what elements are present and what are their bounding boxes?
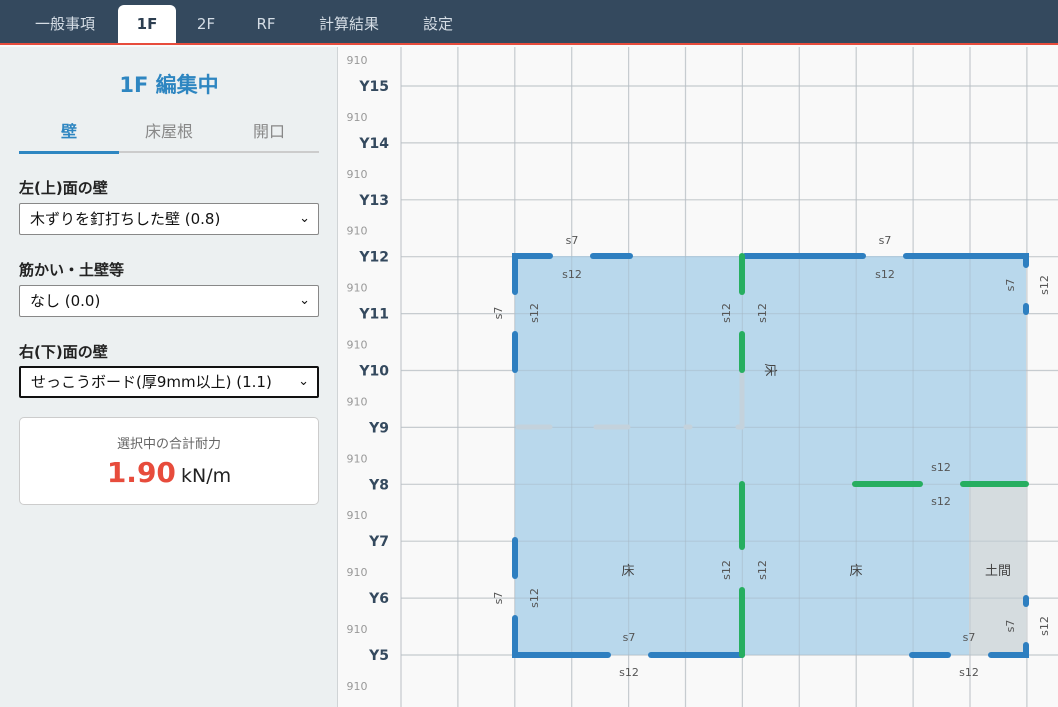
brace-label: 筋かい・土壁等 bbox=[19, 261, 125, 279]
row-label: Y15 bbox=[358, 79, 389, 95]
tab-rf[interactable]: RF bbox=[240, 5, 292, 43]
span-label: 910 bbox=[347, 395, 368, 408]
right-wall-label: 右(下)面の壁 bbox=[19, 343, 108, 361]
top-nav: 一般事項 1F 2F RF 計算結果 設定 bbox=[0, 0, 1058, 45]
span-label: 910 bbox=[347, 623, 368, 636]
row-label: Y12 bbox=[358, 250, 389, 266]
span-label: 910 bbox=[347, 54, 368, 67]
wall-label: s7 bbox=[963, 631, 976, 644]
wall-label: s12 bbox=[1038, 275, 1051, 295]
floor-label: 床 bbox=[849, 564, 862, 579]
wall-label: s12 bbox=[619, 666, 639, 679]
floor-label: 床 bbox=[762, 363, 777, 376]
wall-label: s7 bbox=[1004, 279, 1017, 292]
chevron-down-icon: ⌄ bbox=[299, 211, 310, 226]
row-label: Y14 bbox=[358, 136, 389, 152]
row-label: Y6 bbox=[368, 591, 389, 607]
wall-label: s12 bbox=[1038, 616, 1051, 636]
row-label: Y5 bbox=[368, 648, 389, 664]
row-axis: 910 910 910 910 910 910 910 910 910 910 910 910 Y15 Y… bbox=[347, 54, 390, 693]
row-label: Y9 bbox=[368, 420, 389, 436]
right-wall-select[interactable]: せっこうボード(厚9mm以上) (1.1) ⌄ bbox=[19, 366, 319, 398]
wall-label: s12 bbox=[528, 588, 541, 608]
tab-settings[interactable]: 設定 bbox=[408, 5, 468, 43]
row-label: Y8 bbox=[368, 477, 389, 493]
total-caption: 選択中の合計耐力 bbox=[116, 437, 221, 452]
span-label: 910 bbox=[347, 509, 368, 522]
subtab-floor-roof[interactable]: 床屋根 bbox=[119, 119, 219, 145]
wall-label: s7 bbox=[566, 234, 579, 247]
wall-label: s7 bbox=[492, 592, 505, 605]
sidebar: 1F 編集中 壁 床屋根 開口 左(上)面の壁 木ずりを釘打ちした壁 (0.8)… bbox=[0, 47, 338, 707]
wall-label: s12 bbox=[720, 303, 733, 323]
doma-label: 土間 bbox=[985, 564, 1011, 579]
wall-label: s12 bbox=[931, 461, 951, 474]
wall-label: s12 bbox=[931, 495, 951, 508]
total-strength-card: 選択中の合計耐力 1.90 kN/m bbox=[19, 417, 319, 505]
chevron-down-icon: ⌄ bbox=[299, 293, 310, 308]
span-label: 910 bbox=[347, 168, 368, 181]
chevron-down-icon: ⌄ bbox=[298, 374, 309, 389]
wall-label: s12 bbox=[756, 303, 769, 323]
span-label: 910 bbox=[347, 680, 368, 693]
wall-label: s7 bbox=[1004, 620, 1017, 633]
row-label: Y13 bbox=[358, 193, 389, 209]
sub-tabs: 壁 床屋根 開口 bbox=[19, 119, 319, 154]
wall-label: s12 bbox=[756, 560, 769, 580]
span-label: 910 bbox=[347, 339, 368, 352]
subtab-wall[interactable]: 壁 bbox=[19, 119, 119, 154]
span-label: 910 bbox=[347, 566, 368, 579]
tab-2f[interactable]: 2F bbox=[182, 5, 230, 43]
wall-label: s7 bbox=[623, 631, 636, 644]
floor-plan-canvas[interactable]: s7 s12 s7 s12 s7 s12 s12 s12 s7 s12 s12 … bbox=[338, 47, 1058, 707]
span-label: 910 bbox=[347, 225, 368, 238]
brace-value: なし (0.0) bbox=[30, 292, 101, 310]
tab-1f[interactable]: 1F bbox=[118, 5, 176, 43]
wall-label: s7 bbox=[879, 234, 892, 247]
wall-label: s12 bbox=[562, 268, 582, 281]
span-label: 910 bbox=[347, 111, 368, 124]
row-label: Y10 bbox=[358, 364, 389, 380]
left-wall-value: 木ずりを釘打ちした壁 (0.8) bbox=[30, 210, 221, 228]
wall-label: s12 bbox=[959, 666, 979, 679]
row-label: Y7 bbox=[368, 534, 389, 550]
left-wall-select[interactable]: 木ずりを釘打ちした壁 (0.8) ⌄ bbox=[19, 203, 319, 235]
subtab-opening[interactable]: 開口 bbox=[219, 119, 319, 145]
wall-label: s12 bbox=[528, 303, 541, 323]
left-wall-label: 左(上)面の壁 bbox=[19, 179, 108, 197]
brace-select[interactable]: なし (0.0) ⌄ bbox=[19, 285, 319, 317]
floor-label: 床 bbox=[621, 564, 634, 579]
floor-area[interactable] bbox=[515, 256, 1026, 655]
right-wall-value: せっこうボード(厚9mm以上) (1.1) bbox=[31, 373, 272, 391]
total-unit: kN/m bbox=[181, 465, 232, 487]
wall-label: s12 bbox=[875, 268, 895, 281]
tab-general[interactable]: 一般事項 bbox=[18, 5, 112, 43]
wall-label: s7 bbox=[492, 307, 505, 320]
page-title: 1F 編集中 bbox=[119, 73, 219, 97]
row-label: Y11 bbox=[358, 307, 389, 323]
span-label: 910 bbox=[347, 282, 368, 295]
tab-results[interactable]: 計算結果 bbox=[305, 5, 393, 43]
wall-label: s12 bbox=[720, 560, 733, 580]
span-label: 910 bbox=[347, 452, 368, 465]
total-value: 1.90 bbox=[106, 456, 176, 489]
